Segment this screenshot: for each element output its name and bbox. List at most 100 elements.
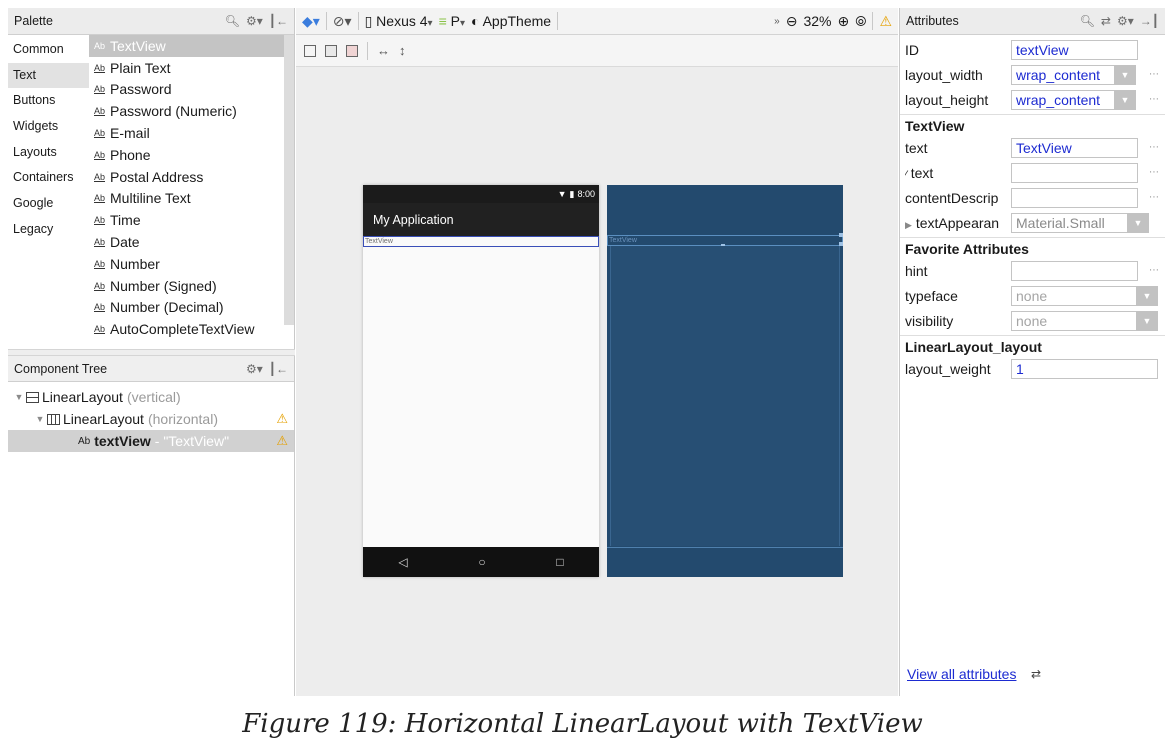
palette-category-containers[interactable]: Containers xyxy=(8,165,89,191)
search-icon[interactable]: 🔍︎ xyxy=(1080,14,1095,28)
palette-item[interactable]: Ab Phone xyxy=(89,144,294,166)
hide-panel-icon[interactable]: →┃ xyxy=(1140,14,1159,28)
gear-icon[interactable]: ⚙▾ xyxy=(246,14,263,28)
tree-node-vertical-layout[interactable]: ▼ LinearLayout (vertical) xyxy=(8,386,294,408)
palette-item[interactable]: Ab E-mail xyxy=(89,122,294,144)
palette-item[interactable]: Ab Number (Decimal) xyxy=(89,297,294,319)
attr-row-layout-height: layout_height wrap_content ▼ ⋯ xyxy=(900,89,1165,111)
orientation-layout-icon[interactable] xyxy=(304,44,316,57)
warning-icon[interactable]: ⚠ xyxy=(276,411,288,427)
dropdown-arrow-icon[interactable]: ▼ xyxy=(1127,213,1149,233)
expand-vertical-icon[interactable]: ↕ xyxy=(399,43,406,58)
attributes-panel: Attributes 🔍︎ ⇄ ⚙▾ →┃ ID textView layout… xyxy=(899,8,1165,696)
warning-icon[interactable]: ⚠ xyxy=(879,13,892,30)
textview-preview[interactable]: TextView xyxy=(363,236,599,247)
hint-field[interactable] xyxy=(1011,261,1138,281)
layout-width-field[interactable]: wrap_content xyxy=(1011,65,1115,85)
orientation-icon[interactable]: ⊘▾ xyxy=(333,13,352,30)
palette-item-label: Multiline Text xyxy=(110,190,191,207)
palette-item[interactable]: Ab AutoCompleteTextView xyxy=(89,318,294,340)
text-widget-icon: Ab xyxy=(94,171,106,182)
toolbar-divider xyxy=(872,12,874,30)
palette-item[interactable]: Ab Password (Numeric) xyxy=(89,100,294,122)
more-icon[interactable]: ⋯ xyxy=(1149,192,1159,203)
layout-weight-field[interactable]: 1 xyxy=(1011,359,1158,379)
palette-category-widgets[interactable]: Widgets xyxy=(8,114,89,140)
more-icon[interactable]: ⋯ xyxy=(1149,167,1159,178)
palette-item[interactable]: Ab Number (Signed) xyxy=(89,275,294,297)
dropdown-arrow-icon[interactable]: ▼ xyxy=(1136,286,1158,306)
text-widget-icon: Ab xyxy=(94,62,106,73)
tree-node-horizontal-layout[interactable]: ▼ LinearLayout (horizontal) ⚠ xyxy=(8,408,294,430)
api-selector[interactable]: ≡ P▾ xyxy=(439,13,465,29)
more-icon[interactable]: ⋯ xyxy=(1149,265,1159,276)
expand-arrow-icon[interactable]: ▼ xyxy=(12,392,26,402)
zoom-in-icon[interactable]: ⊕ xyxy=(838,13,850,30)
resize-handle[interactable] xyxy=(839,233,843,237)
show-layout-decorations-icon[interactable] xyxy=(325,44,337,57)
device-preview[interactable]: ▼ ▮ 8:00 My Application TextView ◁ ○ □ xyxy=(363,185,599,577)
blueprint-preview[interactable]: TextView xyxy=(607,185,843,577)
component-tree-title: Component Tree xyxy=(14,361,108,376)
more-icon[interactable]: ⋯ xyxy=(1149,94,1159,105)
blueprint-textview[interactable]: TextView xyxy=(607,235,843,246)
hide-panel-icon[interactable]: ┃← xyxy=(269,14,288,28)
dropdown-arrow-icon[interactable]: ▼ xyxy=(1114,65,1136,85)
palette-item-label: Number xyxy=(110,255,160,272)
palette-item[interactable]: Ab Multiline Text xyxy=(89,188,294,210)
clear-constraints-icon[interactable] xyxy=(346,44,358,57)
palette-category-google[interactable]: Google xyxy=(8,191,89,217)
gear-icon[interactable]: ⚙▾ xyxy=(1117,14,1134,28)
palette-item[interactable]: Ab Password xyxy=(89,79,294,101)
palette-item[interactable]: Ab Postal Address xyxy=(89,166,294,188)
more-icon[interactable]: ⋯ xyxy=(1149,142,1159,153)
palette-category-legacy[interactable]: Legacy xyxy=(8,217,89,243)
attributes-header: Attributes 🔍︎ ⇄ ⚙▾ →┃ xyxy=(900,8,1165,35)
swap-icon[interactable]: ⇄ xyxy=(1031,667,1041,681)
palette-category-common[interactable]: Common xyxy=(8,37,89,63)
expand-horizontal-icon[interactable]: ↔ xyxy=(377,43,390,58)
palette-item-label: Password (Numeric) xyxy=(110,103,237,120)
palette-item[interactable]: Ab Date xyxy=(89,231,294,253)
search-icon[interactable]: 🔍︎ xyxy=(225,14,240,28)
dropdown-arrow-icon[interactable]: ▼ xyxy=(1136,311,1158,331)
layout-height-field[interactable]: wrap_content xyxy=(1011,90,1115,110)
warning-icon[interactable]: ⚠ xyxy=(276,433,288,449)
palette-item-label: E-mail xyxy=(110,125,150,142)
layout-toolbar: ↔ ↕ xyxy=(296,35,898,67)
zoom-out-icon[interactable]: ⊖ xyxy=(786,13,798,30)
palette-item[interactable]: Ab TextView xyxy=(89,35,294,57)
more-icon[interactable]: ⋯ xyxy=(1149,69,1159,80)
palette-item[interactable]: Ab Plain Text xyxy=(89,57,294,79)
attr-row-text: text TextView ⋯ xyxy=(900,137,1165,159)
text-field[interactable]: TextView xyxy=(1011,138,1138,158)
palette-item-label: Postal Address xyxy=(110,168,204,185)
gear-icon[interactable]: ⚙▾ xyxy=(246,362,263,376)
swap-icon[interactable]: ⇄ xyxy=(1101,14,1111,28)
view-all-attributes-link[interactable]: View all attributes xyxy=(907,666,1016,682)
palette-item[interactable]: Ab Number xyxy=(89,253,294,275)
tree-node-textview[interactable]: Ab textView - "TextView" ⚠ xyxy=(8,430,294,452)
palette-category-buttons[interactable]: Buttons xyxy=(8,88,89,114)
text-widget-icon: Ab xyxy=(94,280,106,291)
device-selector[interactable]: ▯ Nexus 4▾ xyxy=(365,13,433,30)
id-field[interactable]: textView xyxy=(1011,40,1138,60)
expand-arrow-icon[interactable]: ▼ xyxy=(33,414,47,424)
zoom-fit-icon[interactable]: ⦾ xyxy=(855,13,866,30)
text-appearance-field[interactable]: Material.Small xyxy=(1011,213,1138,233)
dropdown-arrow-icon[interactable]: ▼ xyxy=(1114,90,1136,110)
app-bar: My Application xyxy=(363,203,599,236)
content-description-field[interactable] xyxy=(1011,188,1138,208)
theme-selector[interactable]: ◐ AppTheme xyxy=(471,13,551,29)
palette-item[interactable]: Ab Time xyxy=(89,209,294,231)
tree-node-label: textView xyxy=(94,433,151,449)
hide-panel-icon[interactable]: ┃← xyxy=(269,362,288,376)
overflow-icon[interactable]: » xyxy=(774,16,780,27)
panel-splitter[interactable] xyxy=(8,349,295,356)
design-surface-icon[interactable]: ◆▾ xyxy=(302,13,320,30)
palette-category-layouts[interactable]: Layouts xyxy=(8,140,89,166)
palette-scrollbar[interactable] xyxy=(284,35,294,325)
expand-arrow-icon[interactable]: ▶ xyxy=(905,220,912,230)
palette-category-text[interactable]: Text xyxy=(8,62,89,89)
tools-text-field[interactable] xyxy=(1011,163,1138,183)
